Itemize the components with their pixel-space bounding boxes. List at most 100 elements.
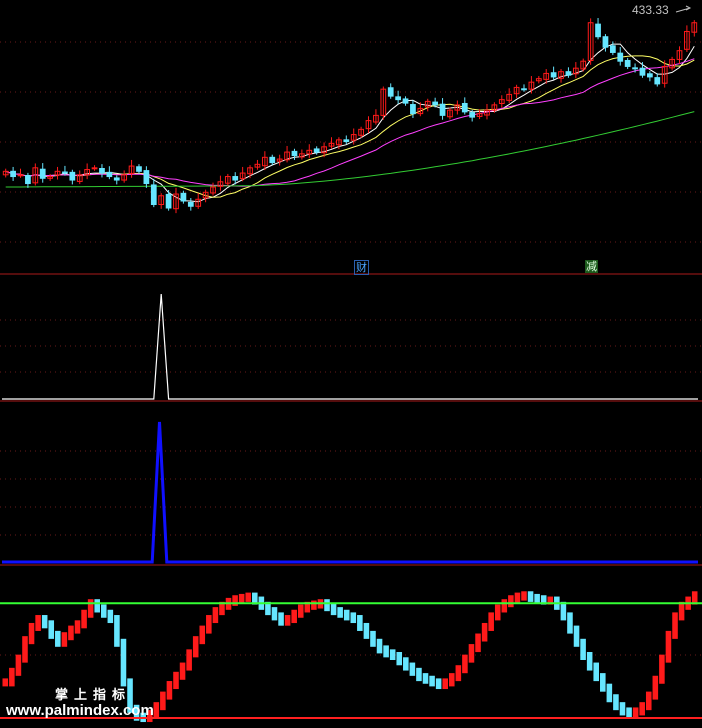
price-pointer-icon [675, 5, 692, 13]
candle-body [461, 102, 468, 113]
osc-bar [448, 673, 455, 687]
candle-body [654, 77, 661, 85]
candle-body [343, 139, 350, 143]
signal-tag-left[interactable]: 财 [354, 260, 369, 275]
stock-chart [0, 5, 702, 723]
osc-bar [192, 636, 199, 658]
osc-bar [68, 625, 74, 641]
candle-body [106, 171, 113, 178]
signal-tag-right[interactable]: 减 [585, 260, 598, 273]
candle-body [10, 170, 16, 178]
osc-bar [475, 633, 481, 653]
osc-bar [619, 702, 626, 716]
candle-body [291, 150, 298, 157]
osc-bar [100, 604, 107, 618]
osc-bar [593, 662, 600, 682]
osc-bar [600, 673, 606, 692]
osc-bar [120, 638, 127, 687]
osc-bar [114, 615, 120, 647]
osc-bar [652, 675, 659, 700]
candle-body [395, 96, 401, 101]
osc-bar [330, 603, 337, 616]
osc-bar [527, 591, 534, 602]
osc-bar [311, 600, 317, 610]
candle-body [439, 103, 446, 116]
osc-bar [665, 630, 672, 663]
osc-bar [278, 612, 284, 626]
osc-bar [48, 620, 55, 639]
osc-bar [173, 671, 179, 690]
candle-body [617, 52, 624, 62]
osc-bar [567, 612, 573, 634]
osc-bar [291, 609, 297, 624]
osc-bar [22, 636, 28, 663]
candle-body [313, 148, 320, 153]
osc-bar [639, 702, 645, 716]
candle-body [165, 193, 172, 209]
candle-body [624, 59, 631, 67]
osc-bar [659, 654, 665, 684]
watermark-brand: 掌上指标 [55, 688, 132, 703]
candle-body [99, 168, 105, 174]
osc-bar [645, 691, 652, 711]
osc-bar [166, 681, 173, 700]
osc-bar [245, 592, 252, 602]
candle-body [39, 168, 46, 179]
osc-bar [238, 593, 245, 604]
osc-bar [41, 615, 48, 629]
osc-bar [626, 707, 632, 719]
osc-bar [455, 665, 462, 682]
candle-body [150, 184, 157, 206]
osc-bar [409, 662, 416, 676]
candle-body [62, 171, 68, 174]
candle-body [180, 192, 187, 202]
osc-bar [416, 667, 422, 682]
osc-bar [514, 592, 521, 604]
osc-bar [488, 612, 494, 631]
osc-bar [232, 595, 238, 606]
candle-body [632, 67, 638, 70]
candle-body [402, 98, 409, 104]
osc-bar [9, 667, 15, 687]
osc-bar [389, 649, 396, 660]
osc-bar [28, 622, 35, 645]
candle-body [602, 36, 609, 48]
candle-body [639, 67, 646, 76]
osc-bar [370, 630, 376, 647]
osc-bar [501, 599, 508, 613]
osc-bar [15, 654, 22, 676]
osc-bar [672, 612, 678, 639]
panel-dividers [0, 273, 702, 566]
osc-bar [55, 630, 61, 647]
osc-bar [363, 622, 370, 639]
osc-bar [271, 607, 278, 621]
candle-body [143, 170, 150, 185]
osc-bar [35, 615, 41, 631]
candle-body [187, 201, 194, 207]
osc-bar [212, 607, 219, 624]
osc-bar [2, 678, 9, 687]
candle-body [136, 166, 142, 172]
blue-spike-line [2, 421, 698, 564]
osc-bar [376, 638, 383, 654]
osc-bar [573, 625, 580, 647]
candle-body [17, 174, 24, 177]
osc-bar [403, 657, 409, 671]
osc-bar [534, 593, 540, 604]
osc-bar [383, 645, 389, 658]
osc-bar [494, 604, 501, 621]
osc-bar [61, 632, 68, 647]
osc-bar [284, 615, 291, 626]
osc-bar [74, 620, 81, 634]
candle-body [647, 73, 653, 78]
candle-body [432, 101, 439, 106]
osc-bar [350, 612, 357, 624]
osc-bar [429, 675, 435, 687]
osc-bar [606, 683, 613, 703]
osc-bar [160, 691, 166, 711]
osc-bar [199, 625, 206, 645]
osc-bar [87, 599, 94, 618]
osc-bar [357, 615, 363, 631]
candle-body [410, 104, 416, 115]
osc-bar [613, 694, 619, 711]
